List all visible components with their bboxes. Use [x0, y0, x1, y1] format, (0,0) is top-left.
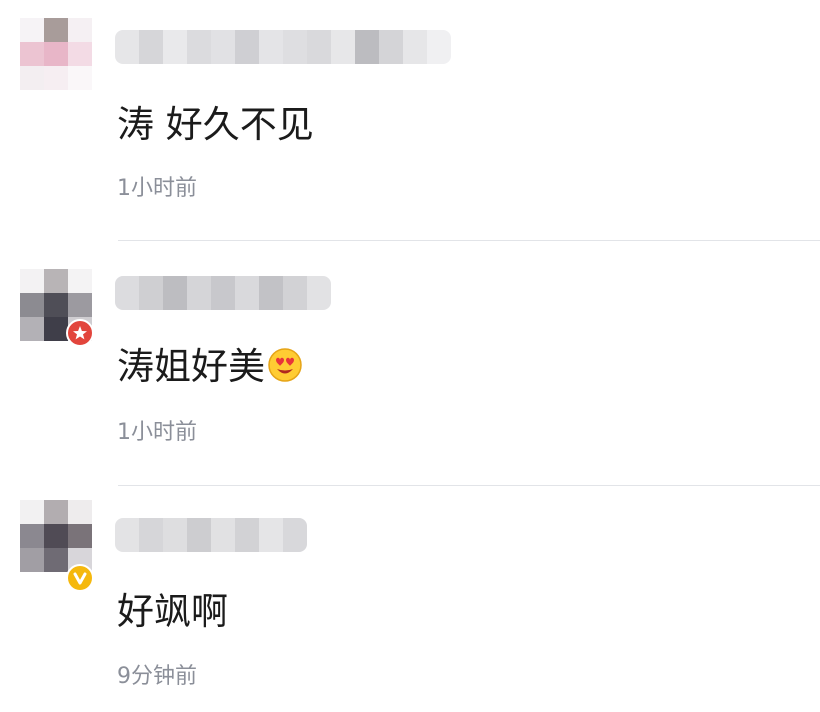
comment-item: 涛 好久不见 1小时前	[0, 0, 820, 240]
avatar-mosaic-cell	[68, 269, 92, 293]
username-mosaic-cell	[187, 276, 211, 310]
avatar-mosaic-cell	[20, 500, 44, 524]
avatar-mosaic-cell	[20, 269, 44, 293]
username-mosaic-cell	[331, 30, 355, 64]
username-mosaic-cell	[211, 30, 235, 64]
username-mosaic-cell	[235, 518, 259, 552]
user-avatar[interactable]	[20, 18, 92, 90]
comment-timestamp: 9分钟前	[117, 664, 197, 689]
username-mosaic-cell	[235, 30, 259, 64]
verified-v-icon	[73, 572, 87, 585]
username-mosaic-cell	[163, 518, 187, 552]
avatar-mosaic-cell	[44, 548, 68, 572]
red-star-badge	[66, 319, 94, 347]
username-blurred[interactable]	[115, 518, 307, 552]
avatar-mosaic-cell	[68, 18, 92, 42]
avatar-mosaic-cell	[44, 66, 68, 90]
avatar-mosaic-cell	[44, 500, 68, 524]
avatar-mosaic-cell	[68, 293, 92, 317]
avatar-mosaic-cell	[20, 66, 44, 90]
username-mosaic-cell	[163, 30, 187, 64]
username-blurred[interactable]	[115, 30, 451, 64]
username-mosaic-cell	[115, 276, 139, 310]
gold-v-badge	[66, 564, 94, 592]
username-mosaic-cell	[139, 276, 163, 310]
comment-text: 涛姐好美	[117, 345, 303, 389]
comment-timestamp: 1小时前	[117, 420, 197, 445]
star-icon	[73, 326, 87, 340]
comment-timestamp: 1小时前	[117, 176, 197, 201]
avatar-mosaic-cell	[20, 293, 44, 317]
username-mosaic-cell	[403, 30, 427, 64]
avatar-mosaic-cell	[44, 317, 68, 341]
username-mosaic-cell	[187, 30, 211, 64]
username-mosaic-cell	[259, 276, 283, 310]
avatar-mosaic-cell	[44, 269, 68, 293]
avatar-mosaic-cell	[68, 66, 92, 90]
username-mosaic-cell	[163, 276, 187, 310]
avatar-mosaic-cell	[44, 293, 68, 317]
comment-text-content: 涛 好久不见	[117, 103, 314, 146]
user-avatar[interactable]	[20, 500, 92, 572]
avatar-mosaic-cell	[68, 42, 92, 66]
username-mosaic-cell	[211, 518, 235, 552]
heart-eyes-emoji	[268, 348, 302, 382]
comment-text-content: 涛姐好美	[117, 345, 265, 388]
avatar-mosaic-cell	[68, 524, 92, 548]
username-mosaic-cell	[211, 276, 235, 310]
username-mosaic-cell	[379, 30, 403, 64]
avatar-mosaic-cell	[20, 524, 44, 548]
avatar-mosaic-cell	[20, 548, 44, 572]
username-blurred[interactable]	[115, 276, 331, 310]
username-mosaic-cell	[307, 276, 331, 310]
username-mosaic-cell	[235, 276, 259, 310]
avatar-mosaic-cell	[20, 317, 44, 341]
username-mosaic-cell	[139, 30, 163, 64]
avatar-mosaic-cell	[68, 500, 92, 524]
username-mosaic-cell	[139, 518, 163, 552]
username-mosaic-cell	[115, 518, 139, 552]
username-mosaic-cell	[427, 30, 451, 64]
username-mosaic-cell	[259, 30, 283, 64]
avatar-mosaic-cell	[20, 42, 44, 66]
username-mosaic-cell	[283, 518, 307, 552]
comment-text: 涛 好久不见	[117, 103, 314, 147]
username-mosaic-cell	[283, 30, 307, 64]
username-mosaic-cell	[283, 276, 307, 310]
username-mosaic-cell	[259, 518, 283, 552]
username-mosaic-cell	[115, 30, 139, 64]
comment-item: 涛姐好美 1小时前	[0, 241, 820, 485]
avatar-mosaic-cell	[44, 524, 68, 548]
comment-item: 好飒啊 9分钟前	[0, 486, 820, 712]
avatar-mosaic-cell	[20, 18, 44, 42]
username-mosaic-cell	[355, 30, 379, 64]
comment-text-content: 好飒啊	[117, 590, 228, 633]
avatar-mosaic-cell	[44, 18, 68, 42]
username-mosaic-cell	[187, 518, 211, 552]
comment-text: 好飒啊	[117, 590, 228, 634]
username-mosaic-cell	[307, 30, 331, 64]
avatar-mosaic-cell	[44, 42, 68, 66]
